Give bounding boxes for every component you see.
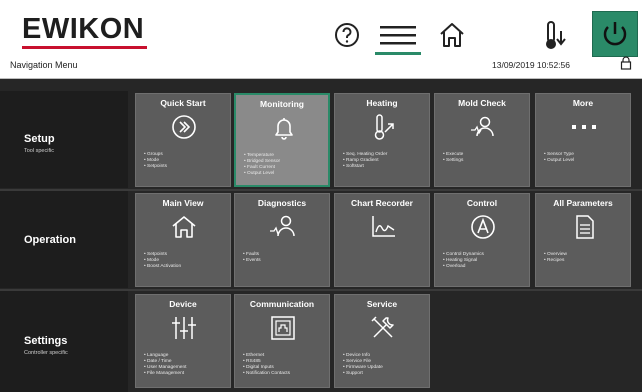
menu-icon[interactable] (378, 17, 418, 53)
power-icon (603, 22, 627, 46)
row-subtitle: Controller specific (24, 350, 68, 356)
row-label-operation: Operation (0, 191, 128, 288)
tile-title: All Parameters (553, 198, 613, 208)
tile-service[interactable]: Service Device Info Service File Firmwar… (334, 294, 430, 388)
tile-item-list: Device Info Service File Firmware Update… (343, 353, 383, 377)
tile-heating[interactable]: Heating Seq. Heating Order Ramp Gradient… (334, 93, 430, 187)
tile-item-list: Control Dynamics Heating Signal Overload (443, 252, 484, 270)
logo-underline (22, 46, 147, 49)
row-title: Setup (24, 133, 55, 145)
list-item: Softstart (343, 164, 387, 170)
tile-title: Mold Check (458, 98, 506, 108)
tile-diagnostics[interactable]: Diagnostics Faults Events (234, 193, 330, 287)
list-item: Notification Contacts (243, 371, 290, 377)
tile-item-list: Execute Settings (443, 152, 463, 164)
temperature-icon[interactable] (542, 17, 572, 53)
tile-item-list: Temperature Bridged Sensor Fault Current… (244, 153, 280, 177)
tile-item-list: Setpoints Mode Boost Activation (144, 252, 181, 270)
row-label-setup: Setup Tool specific (0, 91, 128, 188)
tile-monitoring[interactable]: Monitoring Temperature Bridged Sensor Fa… (234, 93, 330, 187)
tile-title: Device (169, 299, 197, 309)
active-menu-indicator (375, 52, 421, 55)
page-title: Navigation Menu (10, 60, 78, 70)
list-item: Overload (443, 264, 484, 270)
tile-title: Communication (249, 299, 315, 309)
list-item: Setpoints (144, 164, 167, 170)
tile-item-list: Language Date / Time User Management Fil… (144, 353, 186, 377)
header-bar: EWIKON Navigation Menu 13/09/2019 10:52:… (0, 0, 642, 79)
tile-item-list: Seq. Heating Order Ramp Gradient Softsta… (343, 152, 387, 170)
list-item: Output Level (544, 158, 574, 164)
thermometer-up-icon (374, 114, 394, 140)
tile-more[interactable]: More Sensor Type Output Level (535, 93, 631, 187)
tile-control[interactable]: Control Control Dynamics Heating Signal … (434, 193, 530, 287)
chart-icon (372, 216, 395, 237)
list-item: File Management (144, 371, 186, 377)
document-icon (576, 215, 594, 239)
tile-title: Heating (366, 98, 398, 108)
row-title: Operation (24, 234, 76, 246)
tile-title: Chart Recorder (351, 198, 413, 208)
tile-device[interactable]: Device Language Date / Time User Managem… (135, 294, 231, 388)
app-window: EWIKON Navigation Menu 13/09/2019 10:52:… (0, 0, 642, 392)
tile-main-view[interactable]: Main View Setpoints Mode Boost Activatio… (135, 193, 231, 287)
list-item: Support (343, 371, 383, 377)
list-item: Boost Activation (144, 264, 181, 270)
network-icon (271, 316, 295, 340)
list-item: Recipes (544, 258, 567, 264)
tile-title: Main View (162, 198, 204, 208)
tile-title: More (572, 98, 594, 108)
tile-item-list: Groups Mode Setpoints (144, 152, 167, 170)
list-item: Events (243, 258, 261, 264)
list-item: Output Level (244, 171, 280, 177)
row-subtitle: Tool specific (24, 148, 54, 154)
person-check-icon (471, 116, 494, 137)
tile-title: Quick Start (160, 98, 206, 108)
sliders-icon (172, 317, 196, 339)
power-button[interactable] (592, 11, 638, 57)
tile-communication[interactable]: Communication Ethernet RS485 Digital Inp… (234, 294, 330, 388)
tile-title: Service (366, 299, 398, 309)
ewikon-logo: EWIKON (22, 13, 145, 45)
a-circle-icon (471, 215, 495, 239)
home-icon[interactable] (437, 17, 467, 53)
row-title: Settings (24, 335, 68, 347)
help-icon[interactable] (334, 17, 360, 53)
lock-icon[interactable] (620, 56, 632, 70)
tile-item-list: Faults Events (243, 252, 261, 264)
diagnostics-icon (270, 215, 295, 237)
tile-item-list: Overview Recipes (544, 252, 567, 264)
tile-title: Diagnostics (257, 198, 307, 208)
tile-title: Control (466, 198, 498, 208)
list-item: Settings (443, 158, 463, 164)
tile-quick-start[interactable]: Quick Start Groups Mode Setpoints (135, 93, 231, 187)
more-dots-icon (572, 125, 596, 129)
row-label-settings: Settings Controller specific (0, 291, 128, 392)
tile-chart-recorder[interactable]: Chart Recorder (334, 193, 430, 287)
tools-icon (371, 316, 394, 338)
bell-icon (275, 118, 293, 140)
datetime-display: 13/09/2019 10:52:56 (492, 60, 570, 70)
tile-item-list: Sensor Type Output Level (544, 152, 574, 164)
tile-all-parameters[interactable]: All Parameters Overview Recipes (535, 193, 631, 287)
tile-item-list: Ethernet RS485 Digital Inputs Notificati… (243, 353, 290, 377)
tile-mold-check[interactable]: Mold Check Execute Settings (434, 93, 530, 187)
chevrons-right-icon (172, 115, 196, 139)
tile-title: Monitoring (260, 99, 304, 109)
home-icon (172, 216, 196, 238)
